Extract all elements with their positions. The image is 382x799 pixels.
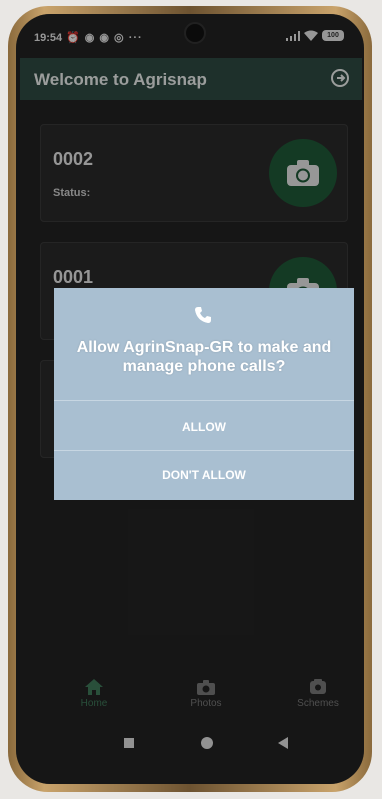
- dialog-divider: [54, 450, 354, 451]
- deny-button[interactable]: DON'T ALLOW: [54, 452, 354, 498]
- phone-screen: 19:54 ⏰ ◉ ◉ ◎ ··· 100 Welcome to Agrisna…: [16, 14, 364, 784]
- phone-icon: [195, 307, 211, 323]
- permission-dialog: Allow AgrinSnap-GR to make and manage ph…: [54, 288, 354, 500]
- dialog-divider: [54, 400, 354, 401]
- allow-button[interactable]: ALLOW: [54, 404, 354, 450]
- dialog-message: Allow AgrinSnap-GR to make and manage ph…: [76, 339, 332, 375]
